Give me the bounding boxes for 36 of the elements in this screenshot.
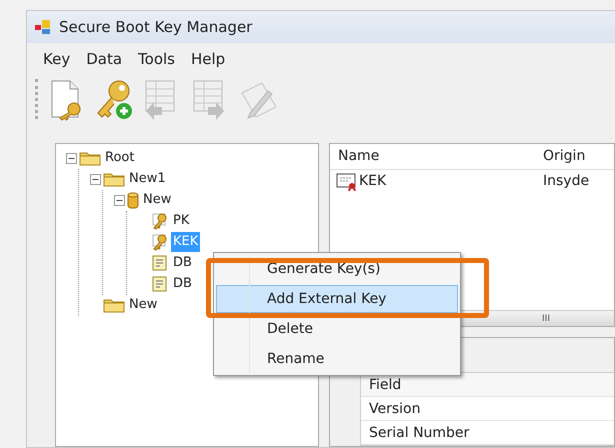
folder-icon xyxy=(103,297,125,313)
menu-item[interactable]: Tools xyxy=(130,46,183,72)
folder-icon xyxy=(103,171,125,187)
app-icon xyxy=(35,20,51,34)
table-cell: Serial Number xyxy=(361,421,614,445)
key-icon xyxy=(151,212,169,230)
tree-item[interactable]: DB xyxy=(171,253,194,273)
menu-item[interactable]: Generate Key(s) xyxy=(216,255,458,283)
menu-item[interactable]: Data xyxy=(78,46,130,72)
menu-item[interactable]: Rename xyxy=(216,345,458,373)
certificate-icon xyxy=(151,254,169,272)
tree-item[interactable]: New1 xyxy=(127,169,168,189)
expander-toggle[interactable] xyxy=(114,194,125,206)
expander-toggle[interactable] xyxy=(90,174,101,184)
menu-item[interactable]: Add External Key xyxy=(216,285,458,313)
expander-toggle[interactable] xyxy=(66,152,77,164)
tree-item[interactable]: Root xyxy=(103,148,136,168)
menu-item[interactable]: Help xyxy=(182,46,234,72)
menu-item[interactable]: Key xyxy=(35,46,78,72)
certificate-icon xyxy=(336,172,358,190)
tree-item[interactable]: PK xyxy=(171,211,192,231)
certificate-icon xyxy=(151,275,169,293)
table-cell: Version xyxy=(361,397,614,421)
scrollbar-grip[interactable]: III xyxy=(542,311,550,326)
key-icon xyxy=(151,233,169,251)
table-cell-text: KEK xyxy=(358,172,386,191)
column-header[interactable]: Origin xyxy=(535,146,586,166)
tree-item[interactable]: New xyxy=(141,190,174,210)
table-cell-text: Insyde xyxy=(542,172,590,191)
cylinder-icon xyxy=(127,192,139,208)
column-header[interactable]: Field xyxy=(361,373,614,397)
folder-icon xyxy=(79,150,101,166)
window-title: Secure Boot Key Manager xyxy=(59,16,252,38)
column-header[interactable]: Name xyxy=(330,146,535,166)
tree-item[interactable]: DB xyxy=(171,274,194,294)
tree-item[interactable]: New xyxy=(127,295,160,315)
